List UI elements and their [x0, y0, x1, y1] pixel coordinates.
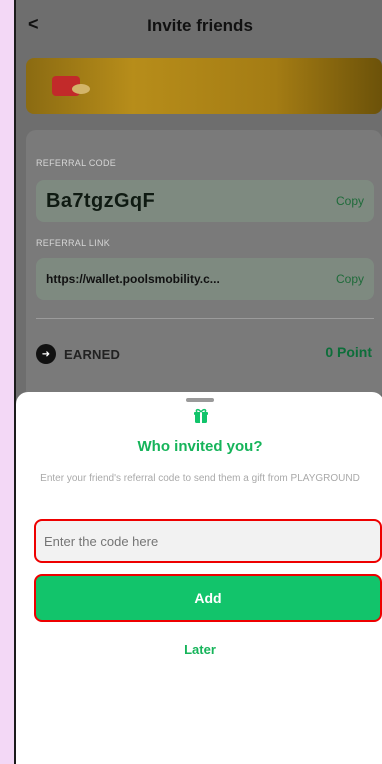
- invite-banner: [26, 58, 382, 114]
- points-icon: ➜: [36, 344, 56, 364]
- referral-link-label: REFERRAL LINK: [36, 238, 111, 248]
- referral-card: REFERRAL CODE Ba7tgzGqF Copy REFERRAL LI…: [26, 130, 382, 400]
- earned-points: 0 Point: [325, 344, 372, 360]
- divider: [36, 318, 374, 319]
- referral-code-value: Ba7tgzGqF: [46, 189, 156, 212]
- referral-link-box: https://wallet.poolsmobility.c... Copy: [36, 258, 374, 300]
- referral-code-label: REFERRAL CODE: [36, 158, 117, 168]
- referral-code-input[interactable]: [34, 519, 382, 563]
- later-button[interactable]: Later: [16, 642, 382, 657]
- phone-screen: < Invite friends REFERRAL CODE Ba7tgzGqF…: [14, 0, 382, 764]
- header: < Invite friends: [16, 0, 382, 52]
- add-button[interactable]: Add: [34, 574, 382, 622]
- sheet-description: Enter your friend's referral code to sen…: [40, 473, 360, 484]
- sheet-title: Who invited you?: [137, 438, 263, 455]
- gift-icon: [194, 408, 208, 423]
- back-chevron-icon[interactable]: <: [28, 14, 39, 35]
- earned-label: EARNED: [64, 346, 121, 362]
- page-title: Invite friends: [147, 16, 253, 35]
- earned-row: ➜ EARNED: [36, 344, 120, 364]
- copy-code-button[interactable]: Copy: [336, 194, 364, 208]
- drag-handle[interactable]: [186, 398, 214, 402]
- invite-bottom-sheet: Who invited you? Enter your friend's ref…: [16, 392, 382, 764]
- referral-link-value: https://wallet.poolsmobility.c...: [46, 272, 220, 286]
- coin-icon: [72, 84, 90, 94]
- referral-code-box: Ba7tgzGqF Copy: [36, 180, 374, 222]
- copy-link-button[interactable]: Copy: [336, 272, 364, 286]
